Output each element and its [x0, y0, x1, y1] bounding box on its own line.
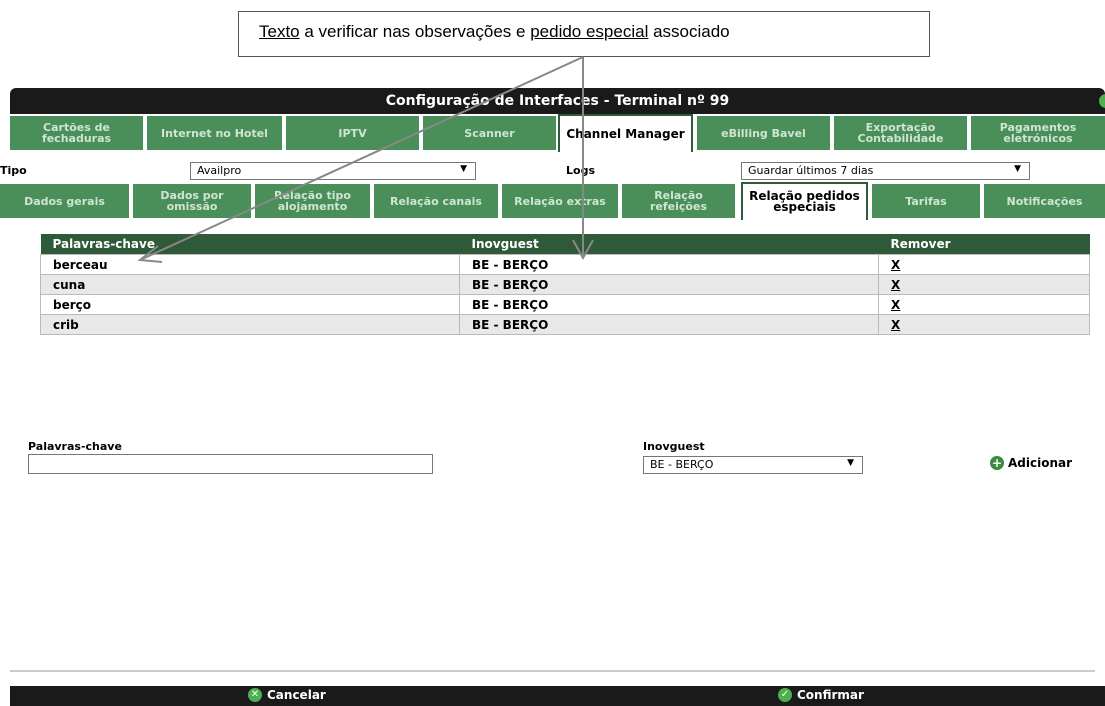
- callout-word-pedido: pedido especial: [530, 22, 649, 41]
- chevron-down-icon: ▼: [847, 458, 854, 468]
- subtab-notificacoes[interactable]: Notificações: [984, 184, 1105, 218]
- main-tabs: Cartões de fechaduras Internet no Hotel …: [10, 114, 1105, 152]
- subtab-dados-omissao[interactable]: Dados por omissão: [133, 184, 251, 218]
- inovguest-label: Inovguest: [643, 440, 705, 453]
- chevron-down-icon: ▼: [460, 164, 467, 174]
- cancel-icon: ✕: [248, 688, 262, 702]
- confirm-label: Confirmar: [797, 688, 864, 702]
- add-button[interactable]: + Adicionar: [990, 456, 1072, 470]
- remove-link[interactable]: X: [878, 274, 1090, 295]
- cell-keyword: berceau: [40, 254, 460, 275]
- inovguest-value: BE - BERÇO: [650, 458, 714, 471]
- cell-inovguest: BE - BERÇO: [459, 294, 879, 315]
- window-titlebar: Configuração de Interfaces - Terminal nº…: [10, 88, 1105, 114]
- logs-label: Logs: [566, 164, 595, 177]
- tipo-select[interactable]: Availpro ▼: [190, 162, 476, 180]
- cell-inovguest: BE - BERÇO: [459, 314, 879, 335]
- cancel-button[interactable]: ✕ Cancelar: [248, 688, 326, 702]
- callout-text: a verificar nas observações e: [299, 22, 531, 41]
- tab-iptv[interactable]: IPTV: [286, 116, 419, 150]
- sub-tabs: Dados gerais Dados por omissão Relação t…: [0, 182, 1105, 224]
- keywords-table: Palavras-chave Inovguest Remover berceau…: [40, 234, 1090, 335]
- cell-inovguest: BE - BERÇO: [459, 274, 879, 295]
- callout-text-end: associado: [648, 22, 730, 41]
- subtab-refeicoes[interactable]: Relação refeições: [622, 184, 735, 218]
- cell-inovguest: BE - BERÇO: [459, 254, 879, 275]
- subtab-tarifas[interactable]: Tarifas: [872, 184, 980, 218]
- inovguest-select[interactable]: BE - BERÇO ▼: [643, 456, 863, 474]
- plus-icon: +: [990, 456, 1004, 470]
- subtab-dados-gerais[interactable]: Dados gerais: [0, 184, 129, 218]
- col-palavras: Palavras-chave: [40, 234, 460, 255]
- col-inovguest: Inovguest: [459, 234, 879, 255]
- tab-pagamentos[interactable]: Pagamentos eletrónicos: [971, 116, 1105, 150]
- logs-value: Guardar últimos 7 dias: [748, 164, 874, 177]
- subtab-extras[interactable]: Relação extras: [502, 184, 618, 218]
- tab-ebilling[interactable]: eBilling Bavel: [697, 116, 830, 150]
- check-icon: ✓: [778, 688, 792, 702]
- table-header-row: Palavras-chave Inovguest Remover: [40, 234, 1090, 255]
- tipo-value: Availpro: [197, 164, 242, 177]
- keyword-label: Palavras-chave: [28, 440, 122, 453]
- remove-link[interactable]: X: [878, 254, 1090, 275]
- tab-scanner[interactable]: Scanner: [423, 116, 556, 150]
- cell-keyword: cuna: [40, 274, 460, 295]
- logs-select[interactable]: Guardar últimos 7 dias ▼: [741, 162, 1030, 180]
- config-row: Tipo Availpro ▼ Logs Guardar últimos 7 d…: [0, 160, 1105, 182]
- cell-keyword: crib: [40, 314, 460, 335]
- close-icon[interactable]: [1099, 94, 1105, 108]
- annotation-callout: Texto a verificar nas observações e pedi…: [238, 11, 930, 57]
- table-row: berceau BE - BERÇO X: [40, 254, 1090, 275]
- tab-internet[interactable]: Internet no Hotel: [147, 116, 282, 150]
- tipo-label: Tipo: [0, 164, 27, 177]
- table-row: crib BE - BERÇO X: [40, 314, 1090, 335]
- add-label: Adicionar: [1008, 456, 1073, 470]
- table-row: berço BE - BERÇO X: [40, 294, 1090, 315]
- subtab-tipo-alojamento[interactable]: Relação tipo alojamento: [255, 184, 370, 218]
- chevron-down-icon: ▼: [1014, 164, 1021, 174]
- footer-bar: ✕ Cancelar ✓ Confirmar: [10, 686, 1105, 706]
- window-title: Configuração de Interfaces - Terminal nº…: [385, 93, 730, 109]
- col-remover: Remover: [878, 234, 1090, 255]
- tab-channel-manager[interactable]: Channel Manager: [558, 114, 693, 152]
- cancel-label: Cancelar: [267, 688, 326, 702]
- callout-word-texto: Texto: [259, 22, 300, 41]
- tab-exportacao[interactable]: Exportação Contabilidade: [834, 116, 967, 150]
- table-row: cuna BE - BERÇO X: [40, 274, 1090, 295]
- confirm-button[interactable]: ✓ Confirmar: [778, 688, 864, 702]
- remove-link[interactable]: X: [878, 314, 1090, 335]
- keyword-input[interactable]: [28, 454, 433, 474]
- remove-link[interactable]: X: [878, 294, 1090, 315]
- tab-cartoes[interactable]: Cartões de fechaduras: [10, 116, 143, 150]
- divider: [10, 670, 1095, 672]
- cell-keyword: berço: [40, 294, 460, 315]
- config-window: Configuração de Interfaces - Terminal nº…: [0, 88, 1105, 706]
- subtab-canais[interactable]: Relação canais: [374, 184, 498, 218]
- subtab-pedidos-especiais[interactable]: Relação pedidos especiais: [741, 182, 868, 220]
